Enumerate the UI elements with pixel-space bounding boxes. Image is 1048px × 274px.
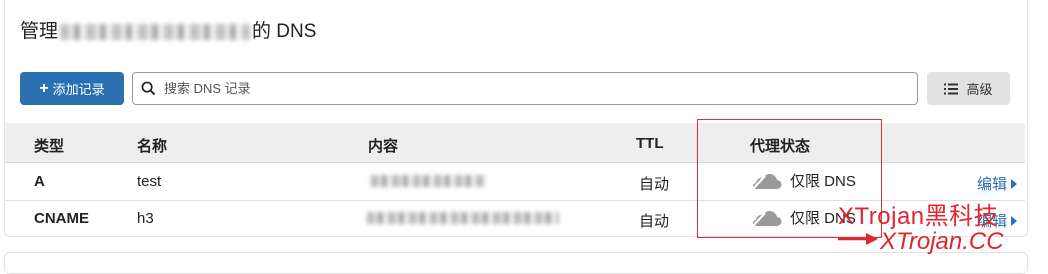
record-ttl: 自动 <box>639 176 670 193</box>
edit-label: 编辑 <box>976 176 1007 193</box>
list-icon <box>944 83 959 94</box>
advanced-button[interactable]: 高级 <box>927 72 1010 105</box>
search-box[interactable] <box>132 72 918 105</box>
record-type: CNAME <box>34 210 89 227</box>
arrow-icon <box>838 233 878 245</box>
redacted-content <box>367 212 559 224</box>
caret-right-icon <box>1011 215 1017 226</box>
redacted-domain <box>60 23 251 40</box>
add-record-label: 添加记录 <box>52 82 105 97</box>
page-title: 管理 的 DNS <box>20 16 316 43</box>
edit-link[interactable]: 编辑 <box>977 173 1017 194</box>
watermark-url: XTrojan.CC <box>880 228 1004 255</box>
next-card <box>4 252 1028 274</box>
header-type[interactable]: 类型 <box>34 135 64 156</box>
header-ttl[interactable]: TTL <box>636 135 664 152</box>
redacted-content <box>371 175 485 187</box>
add-record-button[interactable]: + 添加记录 <box>20 72 124 105</box>
header-name[interactable]: 名称 <box>137 135 167 156</box>
record-name: test <box>137 173 162 190</box>
title-suffix: 的 DNS <box>252 21 317 42</box>
search-icon <box>141 81 156 96</box>
record-ttl: 自动 <box>639 213 670 230</box>
advanced-label: 高级 <box>966 82 993 97</box>
header-content[interactable]: 内容 <box>368 135 398 156</box>
search-input[interactable] <box>162 80 906 97</box>
title-prefix: 管理 <box>20 21 59 42</box>
watermark-title: XTrojan黑科技 <box>838 203 999 230</box>
caret-right-icon <box>1011 178 1017 189</box>
record-name: h3 <box>137 210 154 227</box>
record-type: A <box>34 173 45 190</box>
plus-icon: + <box>39 79 49 97</box>
